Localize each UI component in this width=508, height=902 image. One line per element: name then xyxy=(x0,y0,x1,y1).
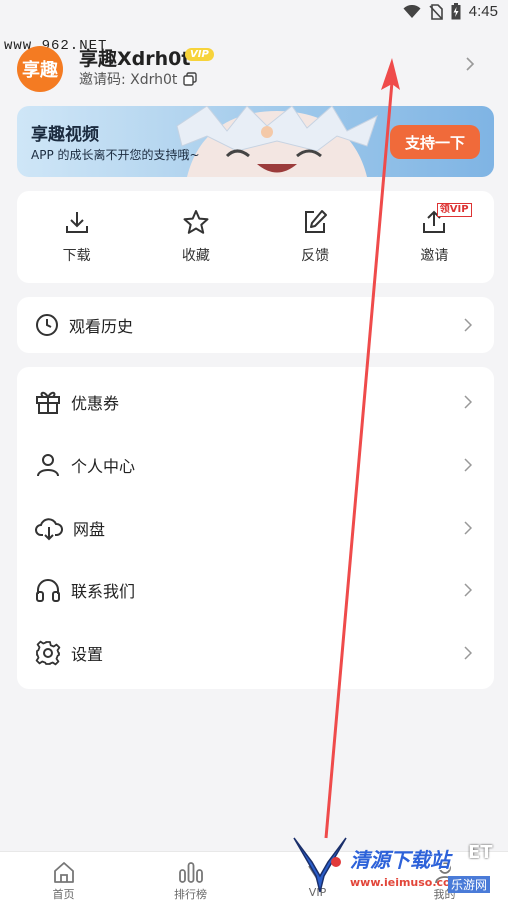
chevron-right-icon xyxy=(464,395,472,409)
row-label: 联系我们 xyxy=(71,582,136,602)
tab-label: 首页 xyxy=(52,888,75,901)
ranking-icon xyxy=(178,862,203,883)
tab-ranking[interactable]: 排行榜 xyxy=(127,852,254,902)
gift-icon xyxy=(36,392,60,415)
star-icon xyxy=(183,210,209,234)
download-site-watermark: 清源下载站 ET www.ieimuso.com 乐游网 xyxy=(290,836,508,902)
watch-history-row[interactable]: 观看历史 xyxy=(17,297,494,353)
menu-item-cloud-drive[interactable]: 网盘 xyxy=(17,496,494,559)
wifi-icon xyxy=(403,4,421,18)
menu-item-contact[interactable]: 联系我们 xyxy=(17,559,494,622)
quick-download[interactable]: 下载 xyxy=(17,191,136,283)
cloud-download-icon xyxy=(35,517,63,541)
watermark-suffix: ET xyxy=(468,842,493,863)
watermark-tag: 乐游网 xyxy=(448,876,491,893)
copy-icon[interactable] xyxy=(183,72,198,86)
menu-item-profile[interactable]: 个人中心 xyxy=(17,434,494,497)
quick-actions: 下载 收藏 反馈 领VIP 邀请 xyxy=(17,191,494,283)
avatar[interactable]: 享趣 xyxy=(17,46,63,92)
chevron-right-icon xyxy=(464,583,472,597)
vip-badge: VIP xyxy=(185,48,214,61)
no-sim-icon xyxy=(429,3,443,20)
status-time: 4:45 xyxy=(468,3,498,20)
chevron-right-icon xyxy=(464,458,472,472)
watermark-logo-icon xyxy=(293,837,347,893)
username: 享趣Xdrh0t xyxy=(79,48,191,70)
quick-label: 下载 xyxy=(62,248,91,264)
vip-reward-badge: 领VIP xyxy=(436,203,472,217)
banner-subtitle: APP 的成长离不开您的支持哦~ xyxy=(31,148,200,162)
quick-label: 邀请 xyxy=(420,248,449,264)
home-icon xyxy=(53,862,74,883)
history-card: 观看历史 xyxy=(17,297,494,353)
row-label: 设置 xyxy=(71,645,104,665)
status-bar: 4:45 xyxy=(0,0,508,26)
menu-item-coupons[interactable]: 优惠券 xyxy=(17,371,494,434)
clock-icon xyxy=(36,314,58,336)
watermark-brand: 清源下载站 xyxy=(350,848,450,872)
tab-label: 排行榜 xyxy=(174,888,207,901)
battery-charging-icon xyxy=(451,3,461,20)
chevron-right-icon xyxy=(464,646,472,660)
user-icon xyxy=(37,454,59,477)
chevron-right-icon[interactable] xyxy=(465,56,475,72)
quick-favorites[interactable]: 收藏 xyxy=(136,191,255,283)
gear-icon xyxy=(35,640,61,666)
chevron-right-icon xyxy=(464,318,472,332)
row-label: 优惠券 xyxy=(71,394,120,414)
edit-icon xyxy=(305,210,328,233)
banner-title: 享趣视频 xyxy=(31,125,99,145)
row-label: 个人中心 xyxy=(71,457,136,477)
quick-label: 反馈 xyxy=(301,248,330,264)
row-label: 网盘 xyxy=(73,519,106,539)
profile-header[interactable]: 享趣 享趣Xdrh0t VIP 邀请码: Xdrh0t xyxy=(17,44,491,92)
headphones-icon xyxy=(36,579,60,603)
quick-invite[interactable]: 领VIP 邀请 xyxy=(375,191,494,283)
settings-menu: 优惠券 个人中心 网盘 联系我们 设置 xyxy=(17,367,494,689)
row-label: 观看历史 xyxy=(69,317,134,336)
quick-label: 收藏 xyxy=(181,248,210,264)
tab-home[interactable]: 首页 xyxy=(0,852,127,902)
invite-code-label: 邀请码: Xdrh0t xyxy=(79,72,178,88)
watermark-url: www.ieimuso.com xyxy=(350,876,463,889)
quick-feedback[interactable]: 反馈 xyxy=(256,191,375,283)
anime-character-illustration xyxy=(176,106,378,177)
invite-code: 邀请码: Xdrh0t xyxy=(79,69,198,89)
support-banner: 享趣视频 APP 的成长离不开您的支持哦~ 支持一下 xyxy=(17,106,494,177)
download-icon xyxy=(65,212,88,233)
support-button[interactable]: 支持一下 xyxy=(390,125,480,159)
chevron-right-icon xyxy=(464,521,472,535)
menu-item-settings[interactable]: 设置 xyxy=(17,622,494,685)
